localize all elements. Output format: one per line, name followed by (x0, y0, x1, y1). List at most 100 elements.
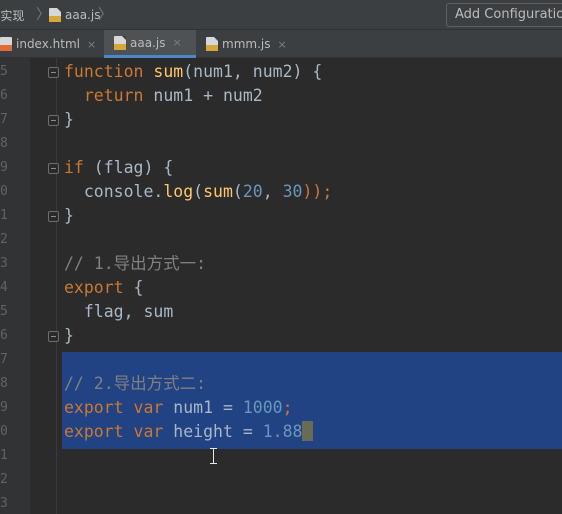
code-line-export-names: flag, sum (64, 300, 173, 324)
line-number: 0 (0, 424, 8, 439)
js-file-icon (206, 37, 218, 51)
code-line-closing-brace: } (64, 204, 74, 228)
keyword: if (64, 158, 84, 177)
tab-index-html[interactable]: index.html × (0, 30, 102, 58)
keyword: export (64, 398, 124, 417)
fold-toggle-icon[interactable] (48, 163, 59, 174)
add-configuration-button[interactable]: Add Configuration... (446, 3, 562, 27)
code-line-closing-brace: } (64, 324, 74, 348)
code-text: console. (83, 182, 164, 201)
navigation-bar: Vue实现 〉 aaa.js 〉 Add Configuration... (0, 0, 562, 30)
comment: // 1.导出方式一: (64, 254, 207, 273)
code-text: } (64, 206, 74, 225)
code-line-function-sum: function sum(num1, num2) { (64, 60, 322, 84)
line-number: 7 (0, 112, 8, 127)
js-file-icon (114, 35, 126, 50)
code-line-export-block: export { (64, 276, 143, 300)
code-editor[interactable]: 5 6 7 8 9 0 1 2 3 4 5 6 7 8 9 0 1 2 3 fu… (0, 58, 562, 514)
breadcrumb-end-separator: 〉 (98, 7, 112, 23)
gutter-separator (56, 58, 57, 514)
code-line-console-log: console.log(sum(20, 30)); (64, 180, 332, 204)
line-number: 8 (0, 136, 8, 151)
line-number: 9 (0, 400, 8, 415)
line-number-gutter: 5 6 7 8 9 0 1 2 3 4 5 6 7 8 9 0 1 2 3 (0, 58, 30, 514)
fold-toggle-icon[interactable] (48, 115, 59, 126)
breadcrumb-separator: 〉 (36, 7, 50, 23)
fold-toggle-icon[interactable] (48, 67, 59, 78)
text-caret (302, 421, 314, 441)
code-line-comment-1: // 1.导出方式一: (64, 252, 206, 276)
tab-label: index.html (16, 37, 80, 51)
code-text: (num1, num2) { (183, 62, 323, 81)
line-number: 3 (0, 256, 8, 271)
code-line-if-flag: if (flag) { (64, 156, 173, 180)
number-literal: 30 (282, 182, 303, 201)
line-number: 2 (0, 472, 8, 487)
line-number: 5 (0, 304, 8, 319)
tab-label: aaa.js (130, 35, 166, 50)
editor-tab-bar: index.html × aaa.js × mmm.js × (0, 30, 562, 58)
mouse-text-cursor-icon (209, 448, 218, 464)
html-file-icon (0, 37, 12, 51)
line-number: 4 (0, 280, 8, 295)
line-number: 2 (0, 232, 8, 247)
keyword: export (64, 422, 124, 441)
code-text: num1 = (163, 398, 243, 417)
line-number: 0 (0, 184, 8, 199)
comment: // 2.导出方式二: (64, 374, 207, 393)
line-number: 1 (0, 448, 8, 463)
tab-mmm-js[interactable]: mmm.js × (200, 30, 300, 58)
keyword: export (64, 278, 124, 297)
code-text: } (64, 110, 74, 129)
fold-toggle-icon[interactable] (48, 211, 59, 222)
line-number: 7 (0, 352, 8, 367)
keyword: var (133, 422, 164, 441)
code-text: ( (193, 182, 204, 201)
number-literal: 1.88 (262, 422, 303, 441)
tab-aaa-js[interactable]: aaa.js × (104, 30, 196, 58)
code-line-export-num1: export var num1 = 1000; (64, 396, 293, 420)
code-text: (flag) { (83, 158, 174, 177)
line-number: 6 (0, 88, 8, 103)
number-literal: 1000 (242, 398, 283, 417)
code-text: , (262, 182, 283, 201)
line-number: 1 (0, 208, 8, 223)
function-name: sum (153, 62, 184, 81)
tab-label: mmm.js (222, 37, 271, 51)
code-text: ( (232, 182, 243, 201)
line-number: 9 (0, 160, 8, 175)
code-text: )); (302, 182, 333, 201)
fold-toggle-icon[interactable] (48, 331, 59, 342)
function-name: sum (203, 182, 233, 201)
code-line-return: return num1 + num2 (64, 84, 263, 108)
close-tab-icon[interactable]: × (277, 38, 286, 51)
code-text: height = (163, 422, 263, 441)
code-line-comment-2: // 2.导出方式二: (64, 372, 206, 396)
number-literal: 20 (242, 182, 263, 201)
line-number: 8 (0, 376, 8, 391)
code-text: } (64, 326, 74, 345)
js-file-icon (49, 8, 61, 22)
close-tab-icon[interactable]: × (172, 36, 181, 49)
breadcrumb-file-label: aaa.js (65, 8, 101, 22)
breadcrumb-project[interactable]: Vue实现 (0, 7, 24, 24)
close-tab-icon[interactable]: × (87, 38, 96, 51)
line-number: 5 (0, 64, 8, 79)
line-number: 6 (0, 328, 8, 343)
function-name: log (163, 182, 194, 201)
ide-window: Vue实现 〉 aaa.js 〉 Add Configuration... in… (0, 0, 562, 514)
keyword: var (133, 398, 164, 417)
breadcrumb-file[interactable]: aaa.js (49, 6, 100, 24)
keyword: return (83, 86, 144, 105)
code-text: { (123, 278, 144, 297)
code-line-export-height: export var height = 1.88 (64, 420, 314, 444)
code-line-closing-brace: } (64, 108, 74, 132)
code-text: num1 + num2 (143, 86, 263, 105)
keyword: function (64, 62, 144, 81)
line-number: 3 (0, 496, 8, 511)
